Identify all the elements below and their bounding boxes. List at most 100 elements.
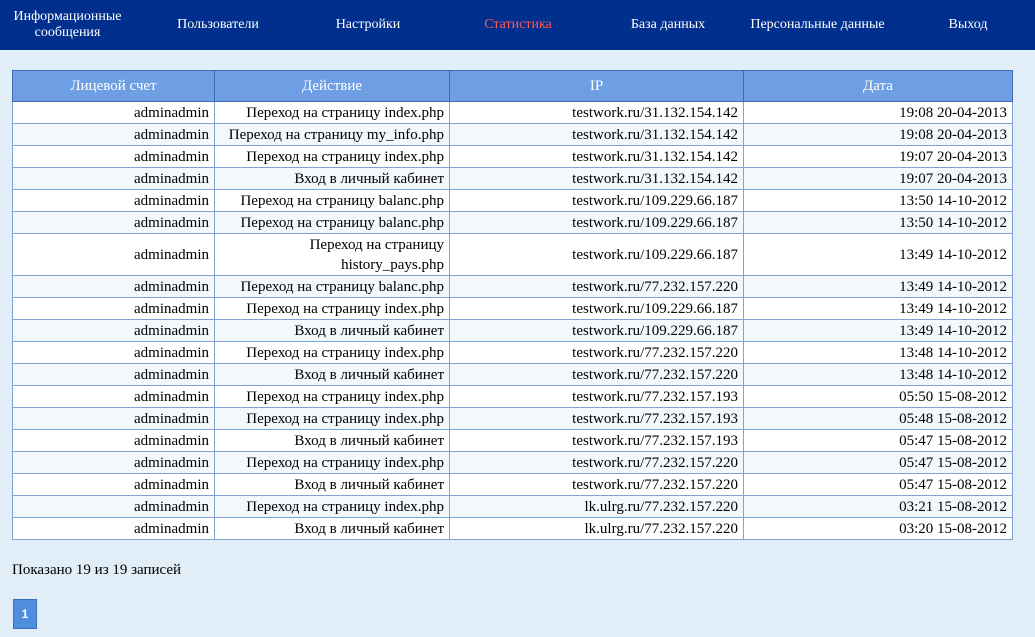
- cell-ip: lk.ulrg.ru/77.232.157.220: [449, 517, 744, 540]
- cell-action: Вход в личный кабинет: [214, 429, 450, 452]
- cell-action: Переход на страницу balanc.php: [214, 275, 450, 298]
- cell-account: adminadmin: [12, 385, 215, 408]
- cell-action: Переход на страницу index.php: [214, 407, 450, 430]
- cell-action: Переход на страницу my_info.php: [214, 123, 450, 146]
- table-row: adminadmin Переход на страницу index.php t…: [12, 407, 1013, 430]
- cell-ip: testwork.ru/109.229.66.187: [449, 189, 744, 212]
- nav-users[interactable]: Пользователи: [158, 0, 278, 50]
- table-header-row: Лицевой счет Действие IP Дата: [12, 70, 1013, 102]
- cell-action: Вход в личный кабинет: [214, 517, 450, 540]
- table-row: adminadmin Вход в личный кабинет lk.ulrg.r…: [12, 517, 1013, 540]
- cell-account: adminadmin: [12, 211, 215, 234]
- cell-account: adminadmin: [12, 189, 215, 212]
- cell-ip: testwork.ru/77.232.157.220: [449, 451, 744, 474]
- nav-statistics[interactable]: Статистика: [468, 0, 568, 50]
- table-row: adminadmin Вход в личный кабинет testwork.…: [12, 167, 1013, 190]
- top-navigation: Информационные сообщения Пользователи На…: [0, 0, 1035, 50]
- nav-database[interactable]: База данных: [613, 0, 723, 50]
- cell-action: Вход в личный кабинет: [214, 319, 450, 342]
- cell-action: Переход на страницу index.php: [214, 297, 450, 320]
- cell-ip: testwork.ru/31.132.154.142: [449, 123, 744, 146]
- cell-action: Переход на страницу balanc.php: [214, 189, 450, 212]
- cell-account: adminadmin: [12, 123, 215, 146]
- cell-action: Переход на страницу history_pays.php: [214, 233, 450, 276]
- cell-ip: testwork.ru/77.232.157.220: [449, 473, 744, 496]
- cell-ip: testwork.ru/109.229.66.187: [449, 319, 744, 342]
- table-row: adminadmin Вход в личный кабинет testwork.…: [12, 319, 1013, 342]
- cell-account: adminadmin: [12, 101, 215, 124]
- cell-date: 19:08 20-04-2013: [743, 101, 1013, 124]
- table-row: adminadmin Переход на страницу index.php t…: [12, 451, 1013, 474]
- cell-action: Вход в личный кабинет: [214, 473, 450, 496]
- cell-account: adminadmin: [12, 451, 215, 474]
- cell-date: 19:08 20-04-2013: [743, 123, 1013, 146]
- table-row: adminadmin Переход на страницу index.php t…: [12, 297, 1013, 320]
- cell-ip: testwork.ru/77.232.157.220: [449, 275, 744, 298]
- cell-ip: testwork.ru/109.229.66.187: [449, 233, 744, 276]
- nav-logout[interactable]: Выход: [928, 0, 1008, 50]
- cell-account: adminadmin: [12, 495, 215, 518]
- cell-account: adminadmin: [12, 473, 215, 496]
- cell-date: 03:20 15-08-2012: [743, 517, 1013, 540]
- cell-date: 13:49 14-10-2012: [743, 275, 1013, 298]
- cell-action: Вход в личный кабинет: [214, 363, 450, 386]
- table-row: adminadmin Переход на страницу index.php t…: [12, 101, 1013, 124]
- cell-action: Вход в личный кабинет: [214, 167, 450, 190]
- cell-ip: testwork.ru/31.132.154.142: [449, 145, 744, 168]
- cell-date: 13:48 14-10-2012: [743, 341, 1013, 364]
- table-row: adminadmin Переход на страницу my_info.ph…: [12, 123, 1013, 146]
- cell-date: 13:50 14-10-2012: [743, 211, 1013, 234]
- cell-action: Переход на страницу index.php: [214, 451, 450, 474]
- cell-action: Переход на страницу index.php: [214, 341, 450, 364]
- cell-ip: testwork.ru/77.232.157.220: [449, 363, 744, 386]
- table-row: adminadmin Вход в личный кабинет testwork.…: [12, 473, 1013, 496]
- cell-action: Переход на страницу index.php: [214, 145, 450, 168]
- cell-date: 19:07 20-04-2013: [743, 145, 1013, 168]
- cell-date: 05:47 15-08-2012: [743, 429, 1013, 452]
- nav-personal-data[interactable]: Персональные данные: [740, 0, 895, 50]
- cell-date: 05:47 15-08-2012: [743, 473, 1013, 496]
- cell-ip: testwork.ru/77.232.157.193: [449, 429, 744, 452]
- column-header-ip[interactable]: IP: [449, 70, 744, 102]
- nav-info-messages[interactable]: Информационные сообщения: [0, 0, 135, 50]
- cell-account: adminadmin: [12, 363, 215, 386]
- cell-account: adminadmin: [12, 145, 215, 168]
- cell-date: 13:48 14-10-2012: [743, 363, 1013, 386]
- cell-ip: testwork.ru/77.232.157.193: [449, 385, 744, 408]
- cell-date: 13:49 14-10-2012: [743, 297, 1013, 320]
- pagination-page-button[interactable]: 1: [13, 599, 37, 629]
- nav-settings[interactable]: Настройки: [318, 0, 418, 50]
- cell-ip: testwork.ru/31.132.154.142: [449, 167, 744, 190]
- cell-date: 13:49 14-10-2012: [743, 233, 1013, 276]
- cell-account: adminadmin: [12, 517, 215, 540]
- statistics-table: Лицевой счет Действие IP Дата adminadmin…: [12, 70, 1013, 540]
- cell-date: 03:21 15-08-2012: [743, 495, 1013, 518]
- column-header-date[interactable]: Дата: [743, 70, 1013, 102]
- column-header-account[interactable]: Лицевой счет: [12, 70, 215, 102]
- table-row: adminadmin Переход на страницу balanc.php…: [12, 275, 1013, 298]
- cell-account: adminadmin: [12, 407, 215, 430]
- cell-ip: lk.ulrg.ru/77.232.157.220: [449, 495, 744, 518]
- table-row: adminadmin Переход на страницу index.php t…: [12, 341, 1013, 364]
- cell-ip: testwork.ru/77.232.157.193: [449, 407, 744, 430]
- cell-action: Переход на страницу balanc.php: [214, 211, 450, 234]
- table-body: adminadmin Переход на страницу index.php t…: [12, 101, 1013, 540]
- cell-action: Переход на страницу index.php: [214, 495, 450, 518]
- cell-account: adminadmin: [12, 341, 215, 364]
- table-row: adminadmin Переход на страницу balanc.php…: [12, 189, 1013, 212]
- column-header-action[interactable]: Действие: [214, 70, 450, 102]
- cell-account: adminadmin: [12, 233, 215, 276]
- table-row: adminadmin Переход на страницу balanc.php…: [12, 211, 1013, 234]
- table-row: adminadmin Переход на страницу index.php t…: [12, 385, 1013, 408]
- cell-action: Переход на страницу index.php: [214, 101, 450, 124]
- cell-ip: testwork.ru/109.229.66.187: [449, 211, 744, 234]
- cell-ip: testwork.ru/109.229.66.187: [449, 297, 744, 320]
- cell-account: adminadmin: [12, 319, 215, 342]
- cell-account: adminadmin: [12, 429, 215, 452]
- cell-account: adminadmin: [12, 275, 215, 298]
- cell-date: 05:47 15-08-2012: [743, 451, 1013, 474]
- cell-date: 05:48 15-08-2012: [743, 407, 1013, 430]
- statistics-table-container: Лицевой счет Действие IP Дата adminadmin…: [12, 70, 1013, 540]
- cell-date: 13:50 14-10-2012: [743, 189, 1013, 212]
- cell-ip: testwork.ru/77.232.157.220: [449, 341, 744, 364]
